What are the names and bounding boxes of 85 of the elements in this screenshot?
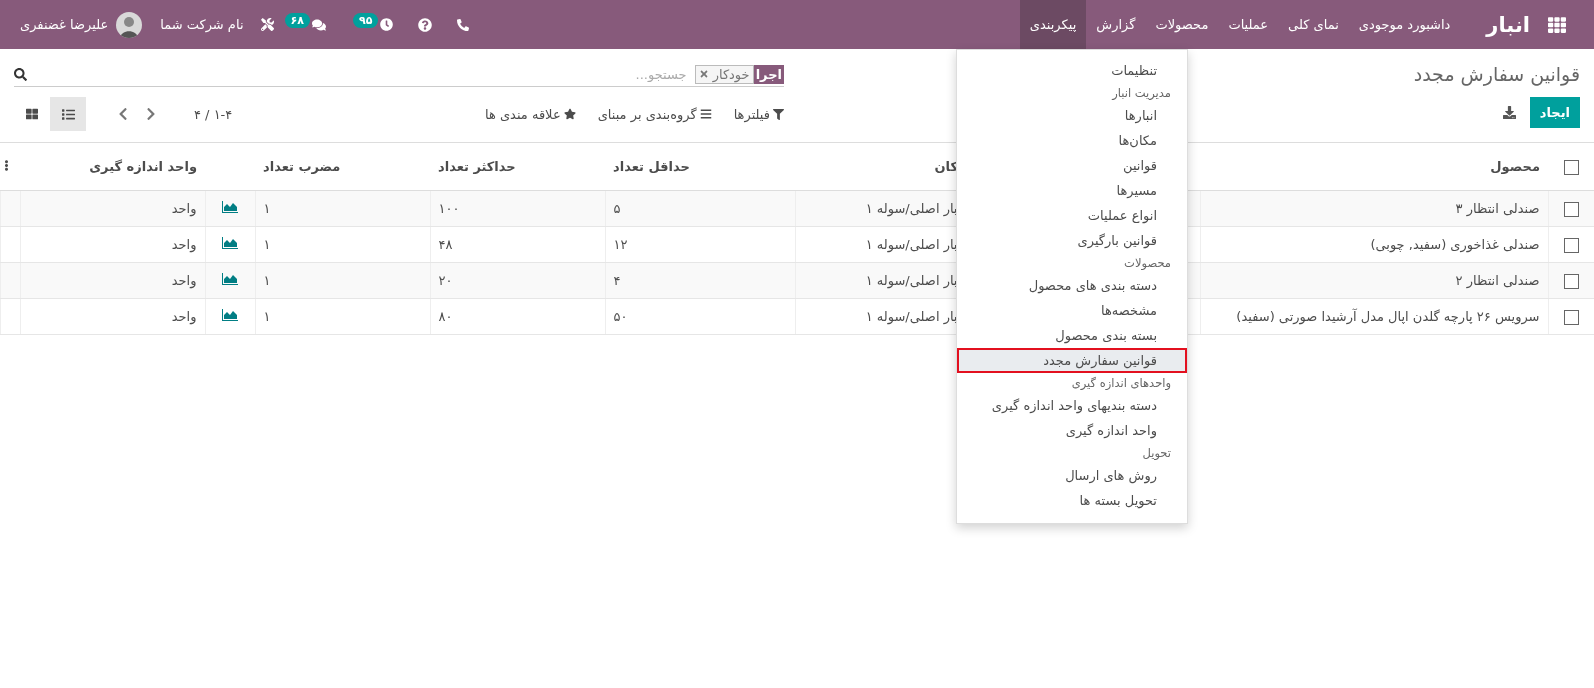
clock-icon[interactable] bbox=[380, 18, 394, 31]
table-cell: واحد bbox=[20, 226, 205, 263]
menu-item[interactable]: دسته بندی های محصول bbox=[957, 273, 1187, 298]
message-count: ۶۸ bbox=[284, 13, 310, 28]
checkbox[interactable] bbox=[1563, 273, 1579, 289]
column-header[interactable]: واحد اندازه گیری bbox=[20, 143, 205, 191]
tools-icon[interactable] bbox=[260, 18, 274, 31]
menu-item[interactable]: قوانین بارگیری bbox=[957, 228, 1187, 253]
menu-item[interactable]: قوانین سفارش مجدد bbox=[957, 348, 1187, 373]
menu-item[interactable]: روش های ارسال bbox=[957, 463, 1187, 488]
menu-item[interactable]: پیکربندی bbox=[1019, 0, 1087, 49]
checkbox[interactable] bbox=[1563, 159, 1579, 175]
menu-item[interactable]: دسته بندیهای واحد اندازه گیری bbox=[957, 393, 1187, 418]
checkbox[interactable] bbox=[1563, 237, 1579, 253]
column-header[interactable]: محصول bbox=[1200, 143, 1548, 191]
table-cell: واحد bbox=[20, 298, 205, 335]
list-icon bbox=[61, 107, 75, 121]
search-icon[interactable] bbox=[14, 67, 27, 81]
avatar bbox=[116, 11, 143, 38]
table-cell: ۸۰ bbox=[430, 298, 605, 335]
table-cell: ۴۸ bbox=[430, 226, 605, 263]
table-cell: واحد bbox=[20, 190, 205, 227]
activity-count: ۹۵ bbox=[352, 13, 379, 28]
menu-item[interactable]: انواع عملیات bbox=[957, 203, 1187, 228]
menu-section-header: مدیریت انبار bbox=[1110, 85, 1172, 102]
search-facet[interactable]: خودکار bbox=[694, 64, 754, 84]
table-cell: ۱۰۰ bbox=[430, 190, 605, 227]
table-cell: صندلی انتظار ۲ bbox=[1200, 262, 1548, 299]
table-cell: ۵ bbox=[605, 190, 795, 227]
table-cell: ۱ bbox=[255, 226, 430, 263]
table-cell: ۱ bbox=[255, 190, 430, 227]
download-icon[interactable] bbox=[1502, 106, 1516, 119]
table-cell: ۱ bbox=[255, 262, 430, 299]
filter-button[interactable]: گروه‌بندی بر مبنای bbox=[597, 106, 712, 122]
checkbox[interactable] bbox=[1563, 201, 1579, 217]
column-header[interactable]: حداقل تعداد bbox=[605, 143, 795, 191]
table-cell: سرویس ۲۶ پارچه گلدن اپال مدل آرشیدا صورتی (سفید) bbox=[1200, 298, 1548, 335]
table-cell: ۴ bbox=[605, 262, 795, 299]
menu-item[interactable]: مکان‌ها bbox=[957, 128, 1187, 153]
apps-icon[interactable] bbox=[1548, 15, 1566, 34]
column-header[interactable]: مضرب تعداد bbox=[255, 143, 430, 191]
area-chart-icon[interactable] bbox=[222, 237, 238, 249]
column-header[interactable]: حداکثر تعداد bbox=[430, 143, 605, 191]
facet-label: اجرا bbox=[753, 64, 784, 84]
star-icon bbox=[563, 108, 576, 120]
menu-item[interactable]: مشخصه‌ها bbox=[957, 298, 1187, 323]
area-chart-icon[interactable] bbox=[222, 309, 238, 321]
menu-item[interactable]: داشبورد موجودی bbox=[1348, 0, 1461, 49]
menu-item[interactable]: تحویل بسته ها bbox=[957, 488, 1187, 513]
table-cell: صندلی انتظار ۳ bbox=[1200, 190, 1548, 227]
list-view-button[interactable] bbox=[50, 97, 86, 131]
filter-button[interactable]: علاقه مندی ها bbox=[484, 106, 576, 122]
help-icon[interactable] bbox=[418, 17, 433, 32]
company-name[interactable]: نام شرکت شما bbox=[160, 17, 244, 32]
area-chart-icon[interactable] bbox=[222, 201, 238, 213]
menu-item[interactable]: محصولات bbox=[1145, 0, 1219, 49]
menu-icon bbox=[699, 108, 712, 120]
menu-item[interactable]: نمای کلی bbox=[1278, 0, 1349, 49]
menu-item[interactable]: قوانین bbox=[957, 153, 1187, 178]
menu-section-header: واحدهای اندازه گیری bbox=[1070, 375, 1172, 392]
phone-icon[interactable] bbox=[457, 18, 470, 31]
filter-button[interactable]: فیلترها bbox=[733, 106, 784, 122]
table-cell: ۲۰ bbox=[430, 262, 605, 299]
table-cell: صندلی غذاخوری (سفید, چوبی) bbox=[1200, 226, 1548, 263]
menu-item[interactable]: عملیات bbox=[1218, 0, 1279, 49]
table-cell: ۵۰ bbox=[605, 298, 795, 335]
menu-item[interactable]: گزارش bbox=[1086, 0, 1146, 49]
close-icon[interactable] bbox=[698, 69, 709, 79]
app-name: انبار bbox=[1486, 12, 1530, 37]
table-cell: ۱۲ bbox=[605, 226, 795, 263]
table-cell: ۱ bbox=[255, 298, 430, 335]
menu-section-header: تحویل bbox=[1141, 445, 1172, 462]
filter-icon bbox=[773, 108, 784, 120]
pager: ۱-۴ / ۴ bbox=[194, 106, 233, 122]
menu-item[interactable]: انبارها bbox=[957, 103, 1187, 128]
chat-icon[interactable] bbox=[311, 17, 326, 32]
checkbox[interactable] bbox=[1563, 309, 1579, 325]
grid-icon bbox=[26, 108, 38, 120]
menu-item[interactable]: واحد اندازه گیری bbox=[957, 418, 1187, 443]
menu-item[interactable]: تنظیمات bbox=[957, 58, 1187, 83]
breadcrumb: قوانین سفارش مجدد bbox=[1413, 63, 1580, 88]
area-chart-icon[interactable] bbox=[222, 273, 238, 285]
table-cell: واحد bbox=[20, 262, 205, 299]
user-name[interactable]: علیرضا غضنفری bbox=[20, 17, 109, 32]
search-field[interactable]: اجرا خودکار جستجو... bbox=[14, 62, 784, 87]
